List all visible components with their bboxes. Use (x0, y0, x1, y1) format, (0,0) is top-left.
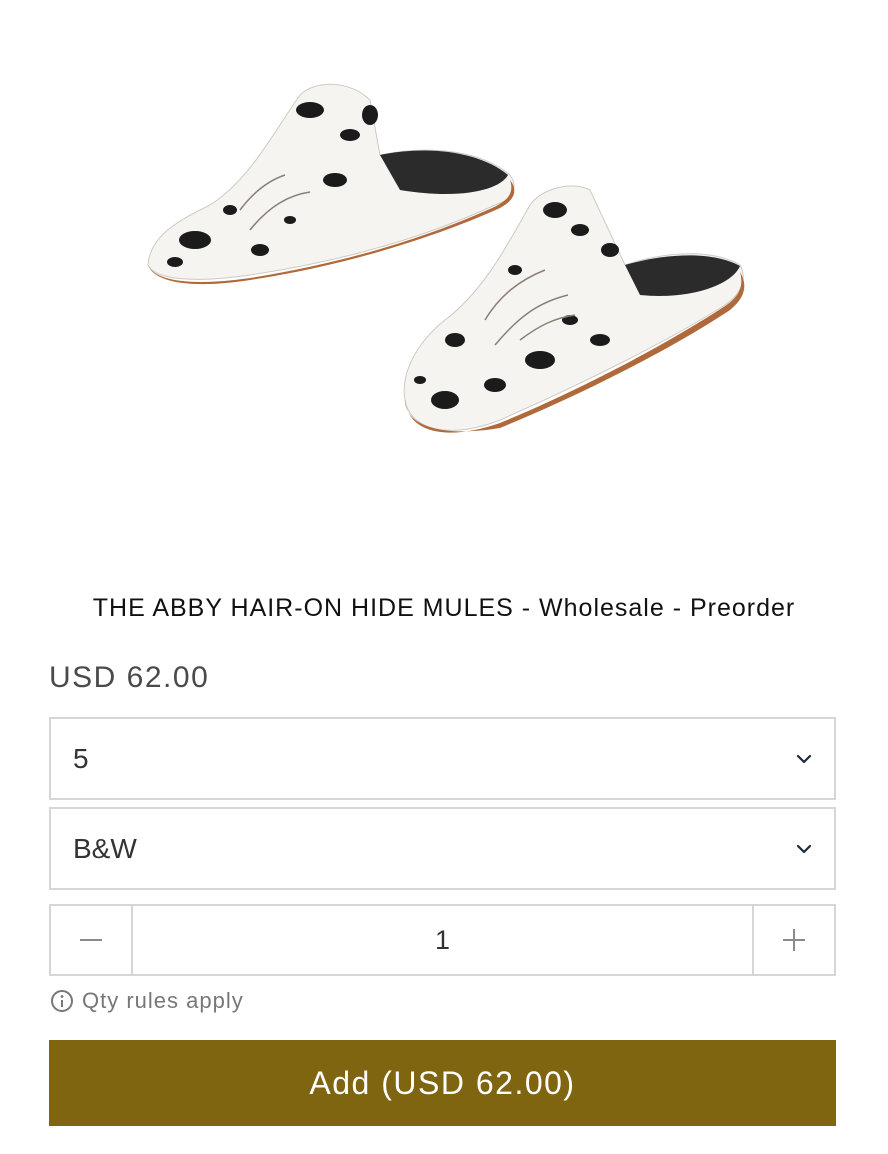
quantity-decrease-button[interactable] (51, 906, 133, 974)
product-price: USD 62.00 (49, 661, 210, 694)
color-select[interactable]: B&W (49, 807, 836, 890)
chevron-down-icon (796, 754, 812, 763)
size-select-value: 5 (73, 742, 89, 774)
size-select[interactable]: 5 (49, 717, 836, 800)
quantity-increase-button[interactable] (752, 906, 834, 974)
product-page: THE ABBY HAIR-ON HIDE MULES - Wholesale … (0, 0, 888, 1154)
quantity-stepper: 1 (49, 904, 836, 976)
quantity-input[interactable]: 1 (133, 906, 752, 974)
info-icon (51, 990, 73, 1012)
color-select-value: B&W (73, 832, 137, 864)
left-mule-illustration (147, 83, 515, 285)
minus-icon (80, 939, 102, 941)
add-to-cart-button[interactable]: Add (USD 62.00) (49, 1040, 836, 1126)
plus-icon (783, 929, 805, 951)
right-mule-illustration (403, 185, 745, 433)
product-title: THE ABBY HAIR-ON HIDE MULES - Wholesale … (92, 594, 796, 622)
quantity-rules-text: Qty rules apply (82, 988, 244, 1013)
quantity-rules-note[interactable]: Qty rules apply (50, 988, 244, 1014)
chevron-down-icon (796, 844, 812, 853)
product-image[interactable] (100, 40, 790, 480)
